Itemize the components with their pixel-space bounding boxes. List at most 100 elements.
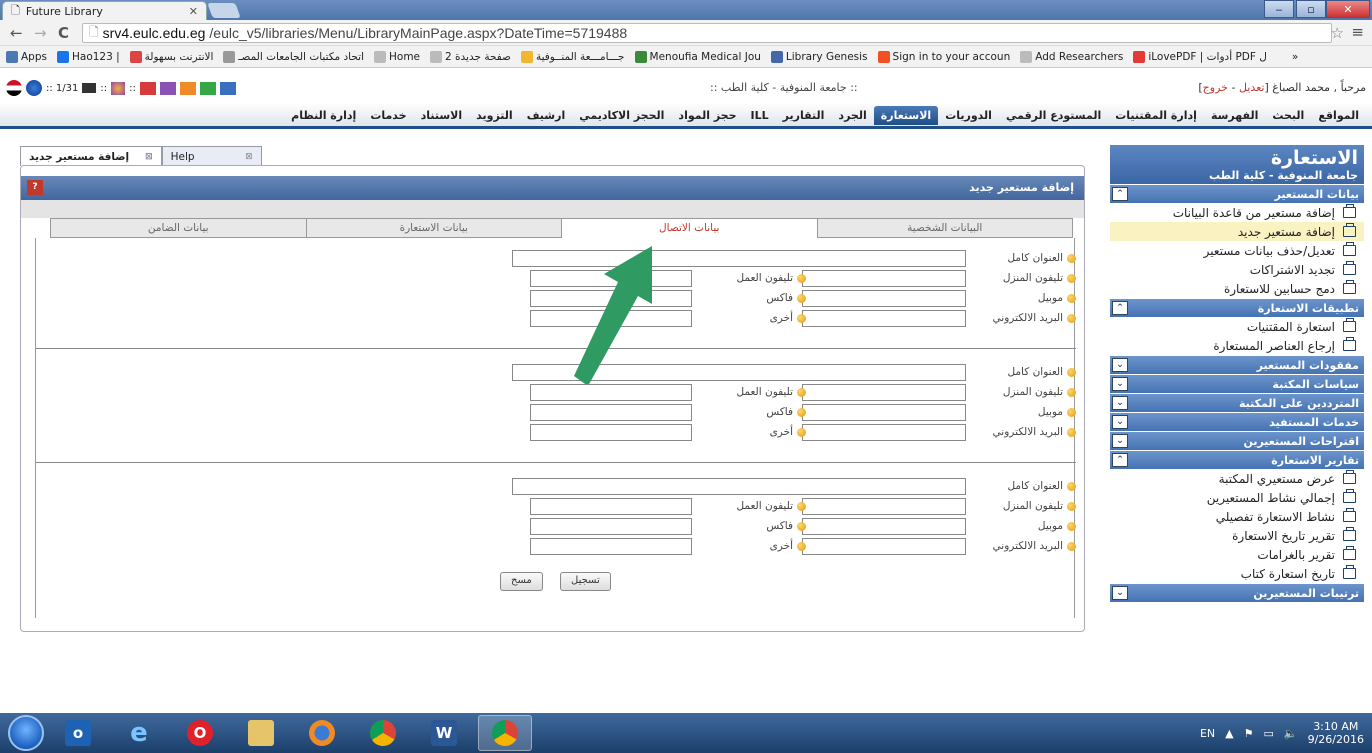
egypt-flag-icon[interactable]: [6, 80, 22, 96]
maximize-button[interactable]: ▫: [1296, 0, 1326, 18]
mail-icon[interactable]: [82, 83, 97, 93]
work-phone-input[interactable]: [530, 384, 692, 401]
nav-item[interactable]: الدوريات: [938, 106, 999, 125]
sidebar-item[interactable]: نشاط الاستعارة تفصيلي: [1110, 507, 1364, 526]
sidebar-section-header[interactable]: ترتيبات المستعيرين ⌄: [1110, 584, 1364, 602]
close-tab-icon[interactable]: ⊠: [245, 152, 253, 162]
taskbar-app-chrome-active[interactable]: [478, 715, 532, 751]
form-tab[interactable]: بيانات الضامن: [50, 218, 307, 238]
network-icon[interactable]: ▭: [1263, 727, 1273, 740]
nav-item[interactable]: البحث: [1265, 106, 1311, 125]
collapse-icon[interactable]: ⌃: [1112, 187, 1128, 201]
sidebar-item[interactable]: تجديد الاشتراكات: [1110, 260, 1364, 279]
form-tab[interactable]: البيانات الشخصية: [816, 218, 1073, 238]
nav-item[interactable]: إدارة المقتنيات: [1108, 106, 1204, 125]
fax-input[interactable]: [530, 404, 692, 421]
minimize-button[interactable]: ‒: [1264, 0, 1294, 18]
flag-icon[interactable]: ⚑: [1244, 727, 1254, 740]
users-icon[interactable]: [111, 81, 126, 95]
nav-item[interactable]: الجرد: [831, 106, 873, 125]
new-tab-button[interactable]: [207, 3, 241, 18]
home-phone-input[interactable]: [802, 270, 966, 287]
close-tab-icon[interactable]: ⊠: [145, 152, 153, 162]
sidebar-item[interactable]: استعارة المقتنيات: [1110, 317, 1364, 336]
work-phone-input[interactable]: [530, 498, 692, 515]
start-button[interactable]: [8, 715, 44, 751]
forward-icon[interactable]: →: [34, 24, 47, 42]
language-indicator[interactable]: EN: [1200, 727, 1215, 740]
sidebar-item[interactable]: تقرير تاريخ الاستعارة: [1110, 526, 1364, 545]
theme-red-swatch[interactable]: [139, 81, 156, 95]
email-input[interactable]: [802, 424, 966, 441]
nav-item[interactable]: الفهرسة: [1204, 106, 1265, 125]
bookmark-item[interactable]: صفحة جديدة 2: [430, 50, 511, 63]
save-button[interactable]: تسجيل: [560, 572, 611, 591]
clock[interactable]: 3:10 AM 9/26/2016: [1308, 720, 1364, 746]
sidebar-item[interactable]: إضافة مستعير جديد: [1110, 222, 1364, 241]
sidebar-item[interactable]: إجمالي نشاط المستعيرين: [1110, 488, 1364, 507]
nav-item[interactable]: المستودع الرقمي: [999, 106, 1108, 125]
sidebar-section-header[interactable]: تقارير الاستعارة ⌃: [1110, 451, 1364, 469]
taskbar-app-chrome[interactable]: [356, 715, 410, 751]
sidebar-item[interactable]: إضافة مستعير من قاعدة البيانات: [1110, 203, 1364, 222]
nav-item[interactable]: إدارة النظام: [284, 106, 363, 125]
bookmark-item[interactable]: Hao123 |: [56, 50, 120, 63]
reload-icon[interactable]: C: [58, 24, 69, 42]
nav-item[interactable]: التزويد: [469, 106, 520, 125]
email-input[interactable]: [802, 538, 966, 555]
taskbar-app-ie[interactable]: e: [112, 715, 166, 751]
nav-item[interactable]: حجز المواد: [671, 106, 743, 125]
nav-item[interactable]: المواقع: [1311, 106, 1366, 125]
mobile-input[interactable]: [802, 290, 966, 307]
show-hidden-icons[interactable]: ▲: [1225, 727, 1233, 740]
sidebar-item[interactable]: تعديل/حذف بيانات مستعير: [1110, 241, 1364, 260]
close-tab-icon[interactable]: ✕: [189, 5, 198, 18]
theme-orange-swatch[interactable]: [179, 81, 196, 95]
uk-flag-icon[interactable]: [26, 80, 42, 96]
nav-item[interactable]: الاستناد: [414, 106, 470, 125]
theme-green-swatch[interactable]: [199, 81, 216, 95]
bookmark-item[interactable]: Sign in to your accoun: [877, 50, 1010, 63]
other-input[interactable]: [530, 538, 692, 555]
sidebar-section-header[interactable]: بيانات المستعير ⌃: [1110, 185, 1364, 203]
sidebar-section-header[interactable]: خدمات المستفيد ⌄: [1110, 413, 1364, 431]
sidebar-section-header[interactable]: اقتراحات المستعيرين ⌄: [1110, 432, 1364, 450]
form-tab[interactable]: بيانات الاستعارة: [305, 218, 562, 238]
nav-item[interactable]: الحجز الاكاديمي: [572, 106, 671, 125]
volume-icon[interactable]: 🔈: [1284, 727, 1298, 740]
bookmark-item[interactable]: »: [1277, 51, 1298, 63]
collapse-icon[interactable]: ⌃: [1112, 301, 1128, 315]
theme-purple-swatch[interactable]: [159, 81, 176, 95]
bookmark-item[interactable]: Add Researchers: [1020, 50, 1123, 63]
url-input[interactable]: 🗋 srv4.eulc.edu.eg/eulc_v5/libraries/Men…: [82, 23, 1332, 43]
theme-blue-swatch[interactable]: [219, 81, 236, 95]
edit-profile-link[interactable]: تعديل: [1239, 81, 1265, 94]
expand-icon[interactable]: ⌄: [1112, 586, 1128, 600]
tab-add-borrower[interactable]: إضافة مستعير جديد ⊠: [20, 146, 162, 166]
expand-icon[interactable]: ⌄: [1112, 434, 1128, 448]
sidebar-item[interactable]: دمج حسابين للاستعارة: [1110, 279, 1364, 298]
bookmark-item[interactable]: اتحاد مكتبات الجامعات المصـ: [223, 50, 364, 63]
sidebar-item[interactable]: إرجاع العناصر المستعارة: [1110, 336, 1364, 355]
expand-icon[interactable]: ⌄: [1112, 396, 1128, 410]
bookmark-item[interactable]: Home: [374, 50, 420, 63]
sidebar-item[interactable]: تاريخ استعارة كتاب: [1110, 564, 1364, 583]
full-address-input[interactable]: [512, 478, 966, 495]
other-input[interactable]: [530, 424, 692, 441]
sidebar-section-header[interactable]: سياسات المكتبة ⌄: [1110, 375, 1364, 393]
email-input[interactable]: [802, 310, 966, 327]
home-phone-input[interactable]: [802, 498, 966, 515]
sidebar-item[interactable]: عرض مستعيري المكتبة: [1110, 469, 1364, 488]
nav-item[interactable]: خدمات: [363, 106, 413, 125]
sidebar-section-header[interactable]: المترددين على المكتبة ⌄: [1110, 394, 1364, 412]
taskbar-app-outlook[interactable]: o: [51, 715, 105, 751]
logout-link[interactable]: خروج: [1203, 81, 1228, 94]
expand-icon[interactable]: ⌄: [1112, 377, 1128, 391]
fax-input[interactable]: [530, 518, 692, 535]
nav-item[interactable]: ارشيف: [520, 106, 573, 125]
taskbar-app-explorer[interactable]: [234, 715, 288, 751]
help-icon[interactable]: ?: [27, 180, 43, 195]
clear-button[interactable]: مسح: [500, 572, 543, 591]
bookmark-item[interactable]: Library Genesis: [770, 50, 868, 63]
nav-item[interactable]: الاستعارة: [873, 105, 939, 125]
